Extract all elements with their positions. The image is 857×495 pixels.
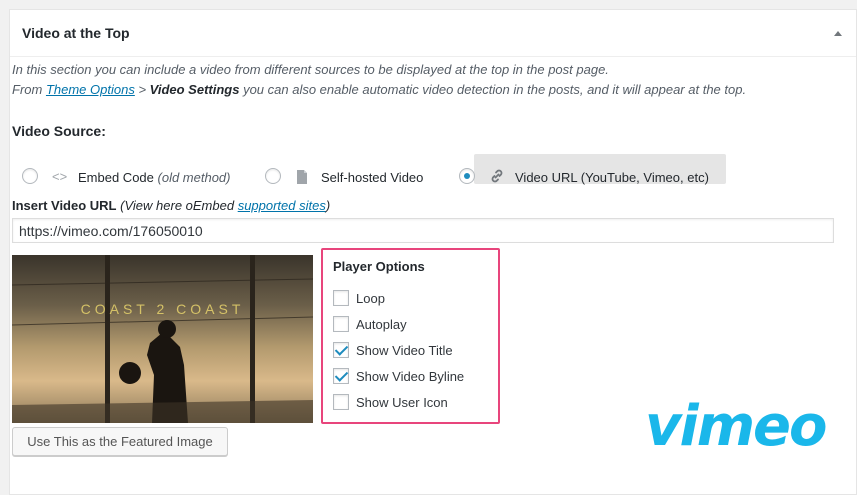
show-video-byline-label: Show Video Byline — [356, 368, 465, 384]
theme-options-link[interactable]: Theme Options — [46, 82, 135, 97]
radio-embed-code[interactable] — [22, 168, 38, 184]
option-loop[interactable]: Loop — [333, 290, 385, 306]
show-video-title-checkbox[interactable] — [333, 342, 349, 358]
source-label-self-hosted[interactable]: Self-hosted Video — [321, 170, 423, 185]
section-description: In this section you can include a video … — [12, 60, 832, 100]
option-autoplay[interactable]: Autoplay — [333, 316, 407, 332]
source-label-video-url[interactable]: Video URL (YouTube, Vimeo, etc) — [515, 170, 709, 185]
player-options-box: Player Options Loop Autoplay Show Video … — [321, 248, 500, 424]
insert-video-url-label: Insert Video URL (View here oEmbed suppo… — [12, 198, 331, 213]
show-user-icon-checkbox[interactable] — [333, 394, 349, 410]
panel-header[interactable]: Video at the Top — [10, 10, 856, 57]
option-show-user-icon[interactable]: Show User Icon — [333, 394, 448, 410]
show-user-icon-label: Show User Icon — [356, 394, 448, 410]
option-show-video-byline[interactable]: Show Video Byline — [333, 368, 464, 384]
player-options-title: Player Options — [333, 259, 425, 274]
show-video-byline-checkbox[interactable] — [333, 368, 349, 384]
show-video-title-label: Show Video Title — [356, 342, 453, 358]
loop-label: Loop — [356, 290, 385, 306]
source-label-embed-code[interactable]: Embed Code (old method) — [78, 170, 231, 185]
video-url-input[interactable] — [12, 218, 834, 243]
supported-sites-link[interactable]: supported sites — [238, 198, 326, 213]
collapse-arrow-icon[interactable] — [834, 31, 842, 36]
autoplay-label: Autoplay — [356, 316, 407, 332]
panel-title: Video at the Top — [22, 25, 130, 41]
description-line-2: From Theme Options > Video Settings you … — [12, 80, 832, 100]
vimeo-logo: vimeo — [645, 394, 828, 459]
file-icon — [296, 170, 308, 187]
link-icon — [489, 168, 505, 187]
description-suffix: you can also enable automatic video dete… — [239, 82, 747, 97]
thumbnail-overlay-text: COAST 2 COAST — [80, 301, 245, 317]
description-prefix: From — [12, 82, 46, 97]
radio-video-url[interactable] — [459, 168, 475, 184]
video-thumbnail: COAST 2 COAST — [12, 255, 313, 423]
video-source-label: Video Source: — [12, 123, 106, 139]
radio-self-hosted[interactable] — [265, 168, 281, 184]
code-icon: <> — [52, 169, 68, 184]
autoplay-checkbox[interactable] — [333, 316, 349, 332]
use-as-featured-image-button[interactable]: Use This as the Featured Image — [12, 427, 228, 456]
loop-checkbox[interactable] — [333, 290, 349, 306]
description-separator: > — [134, 82, 150, 97]
description-line-1: In this section you can include a video … — [12, 62, 609, 77]
option-show-video-title[interactable]: Show Video Title — [333, 342, 453, 358]
video-settings-text: Video Settings — [149, 82, 240, 97]
